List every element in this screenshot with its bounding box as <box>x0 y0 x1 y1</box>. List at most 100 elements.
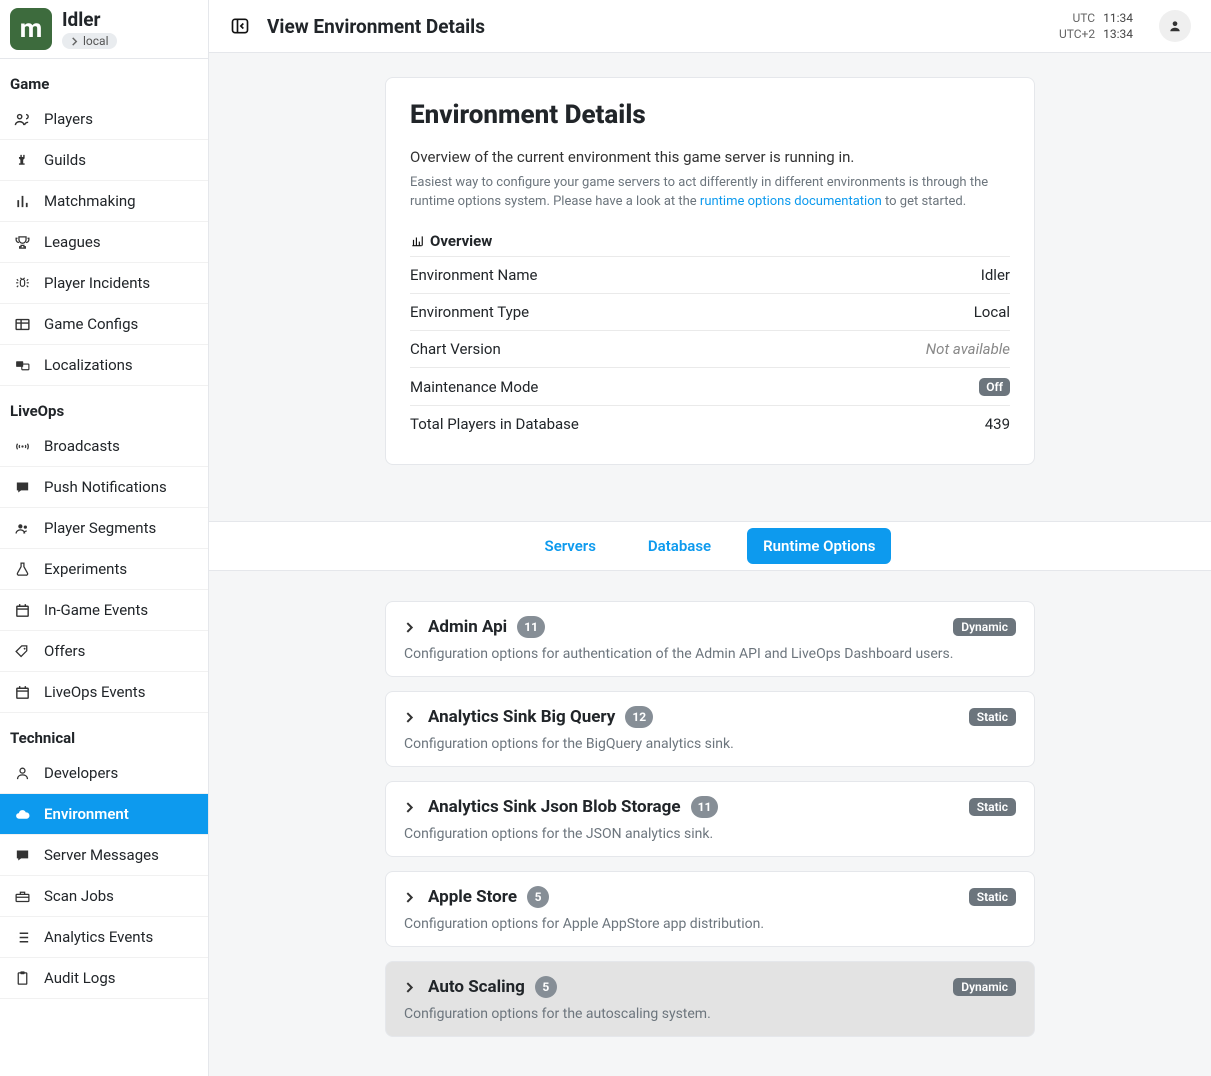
option-title: Apple Store <box>428 887 517 907</box>
option-description: Configuration options for Apple AppStore… <box>404 916 1016 932</box>
main-area: View Environment Details UTC11:34 UTC+21… <box>209 0 1211 1076</box>
option-kind-badge: Dynamic <box>953 978 1016 996</box>
overview-key: Environment Name <box>410 257 810 294</box>
nav-section-label: Game <box>0 59 208 99</box>
overview-key: Total Players in Database <box>410 406 810 443</box>
user-icon-wrapper <box>12 765 32 782</box>
overview-key: Environment Type <box>410 294 810 331</box>
overview-row: Chart VersionNot available <box>410 331 1010 368</box>
sidebar-item-player-segments[interactable]: Player Segments <box>0 508 208 549</box>
topbar: View Environment Details UTC11:34 UTC+21… <box>209 0 1211 53</box>
sidebar-item-label: Localizations <box>44 356 133 374</box>
list-icon-wrapper <box>12 929 32 946</box>
clock-time-0: 11:34 <box>1103 10 1133 26</box>
chart-icon <box>410 234 424 248</box>
ranking-icon <box>14 193 31 210</box>
sidebar-item-players[interactable]: Players <box>0 99 208 140</box>
sidebar-toggle-button[interactable] <box>229 15 251 37</box>
sidebar-item-matchmaking[interactable]: Matchmaking <box>0 181 208 222</box>
bug-icon-wrapper <box>12 275 32 292</box>
env-details-heading: Environment Details <box>410 100 1010 130</box>
option-card-auto-scaling[interactable]: Auto Scaling 5 Dynamic Configuration option… <box>385 961 1035 1037</box>
sidebar-item-label: Offers <box>44 642 85 660</box>
message-icon <box>14 847 31 864</box>
sidebar-item-server-messages[interactable]: Server Messages <box>0 835 208 876</box>
option-kind-badge: Static <box>969 888 1016 906</box>
sidebar-item-label: Analytics Events <box>44 928 153 946</box>
sidebar-item-analytics-events[interactable]: Analytics Events <box>0 917 208 958</box>
message-icon-wrapper <box>12 479 32 496</box>
nav-section-label: Technical <box>0 713 208 753</box>
option-card-analytics-sink-json-blob-storage[interactable]: Analytics Sink Json Blob Storage11Static… <box>385 781 1035 857</box>
tab-database[interactable]: Database <box>632 528 727 564</box>
sidebar-item-label: Audit Logs <box>44 969 116 987</box>
option-description: Configuration options for the autoscalin… <box>404 1006 1016 1022</box>
sidebar-item-label: Environment <box>44 805 129 823</box>
sidebar-item-liveops-events[interactable]: LiveOps Events <box>0 672 208 713</box>
broadcast-icon-wrapper <box>12 438 32 455</box>
sidebar-item-game-configs[interactable]: Game Configs <box>0 304 208 345</box>
trophy-icon <box>14 234 31 251</box>
toolbox-icon-wrapper <box>12 888 32 905</box>
overview-header: Overview <box>410 232 1010 250</box>
sidebar-item-audit-logs[interactable]: Audit Logs <box>0 958 208 999</box>
sidebar-item-offers[interactable]: Offers <box>0 631 208 672</box>
option-title: Auto Scaling <box>428 977 525 997</box>
sidebar-item-in-game-events[interactable]: In-Game Events <box>0 590 208 631</box>
sidebar-item-experiments[interactable]: Experiments <box>0 549 208 590</box>
overview-row: Environment TypeLocal <box>410 294 1010 331</box>
sidebar-item-guilds[interactable]: Guilds <box>0 140 208 181</box>
user-icon <box>14 765 31 782</box>
bug-icon <box>14 275 31 292</box>
option-card-admin-api[interactable]: Admin Api11DynamicConfiguration options … <box>385 601 1035 677</box>
option-count-badge: 5 <box>535 976 557 998</box>
calendar-icon-wrapper <box>12 602 32 619</box>
overview-row: Environment NameIdler <box>410 257 1010 294</box>
sidebar-header: m Idler local <box>0 0 208 59</box>
env-details-subtitle: Overview of the current environment this… <box>410 148 1010 166</box>
option-description: Configuration options for the BigQuery a… <box>404 736 1016 752</box>
sidebar-item-label: In-Game Events <box>44 601 148 619</box>
sidebar-item-developers[interactable]: Developers <box>0 753 208 794</box>
sidebar-item-leagues[interactable]: Leagues <box>0 222 208 263</box>
option-card-apple-store[interactable]: Apple Store5StaticConfiguration options … <box>385 871 1035 947</box>
sidebar-item-scan-jobs[interactable]: Scan Jobs <box>0 876 208 917</box>
app-name: Idler <box>62 8 117 31</box>
flask-icon <box>14 561 31 578</box>
users-icon-wrapper <box>12 111 32 128</box>
env-badge[interactable]: local <box>62 33 117 49</box>
clipboard-icon-wrapper <box>12 970 32 987</box>
sidebar-item-label: Guilds <box>44 151 86 169</box>
tab-servers[interactable]: Servers <box>529 528 612 564</box>
option-description: Configuration options for the JSON analy… <box>404 826 1016 842</box>
chess-rook-icon-wrapper <box>12 152 32 169</box>
user-avatar[interactable] <box>1159 10 1191 42</box>
list-icon <box>14 929 31 946</box>
sidebar-item-environment[interactable]: Environment <box>0 794 208 835</box>
chevron-right-icon <box>404 712 418 723</box>
maintenance-mode-badge: Off <box>979 378 1010 396</box>
message-icon-wrapper <box>12 847 32 864</box>
users-icon <box>14 111 31 128</box>
tab-runtime-options[interactable]: Runtime Options <box>747 528 891 564</box>
overview-row: Maintenance ModeOff <box>410 368 1010 406</box>
clock-label-0: UTC <box>1073 10 1096 26</box>
overview-row: Total Players in Database439 <box>410 406 1010 443</box>
chevron-right-icon <box>70 37 79 46</box>
app-logo: m <box>10 8 52 50</box>
sidebar-item-push-notifications[interactable]: Push Notifications <box>0 467 208 508</box>
sidebar-item-player-incidents[interactable]: Player Incidents <box>0 263 208 304</box>
option-count-badge: 11 <box>691 796 719 818</box>
language-icon-wrapper <box>12 357 32 374</box>
sidebar-item-label: LiveOps Events <box>44 683 145 701</box>
tags-icon <box>14 643 31 660</box>
runtime-options-doc-link[interactable]: runtime options documentation <box>700 194 882 209</box>
sidebar-item-broadcasts[interactable]: Broadcasts <box>0 426 208 467</box>
sidebar-item-label: Developers <box>44 764 118 782</box>
sidebar-item-localizations[interactable]: Localizations <box>0 345 208 386</box>
table-icon <box>14 316 31 333</box>
option-card-analytics-sink-big-query[interactable]: Analytics Sink Big Query12StaticConfigur… <box>385 691 1035 767</box>
sidebar: m Idler local GamePlayers Guilds Matchmaki… <box>0 0 209 1076</box>
user-group-icon <box>14 520 31 537</box>
message-icon <box>14 479 31 496</box>
